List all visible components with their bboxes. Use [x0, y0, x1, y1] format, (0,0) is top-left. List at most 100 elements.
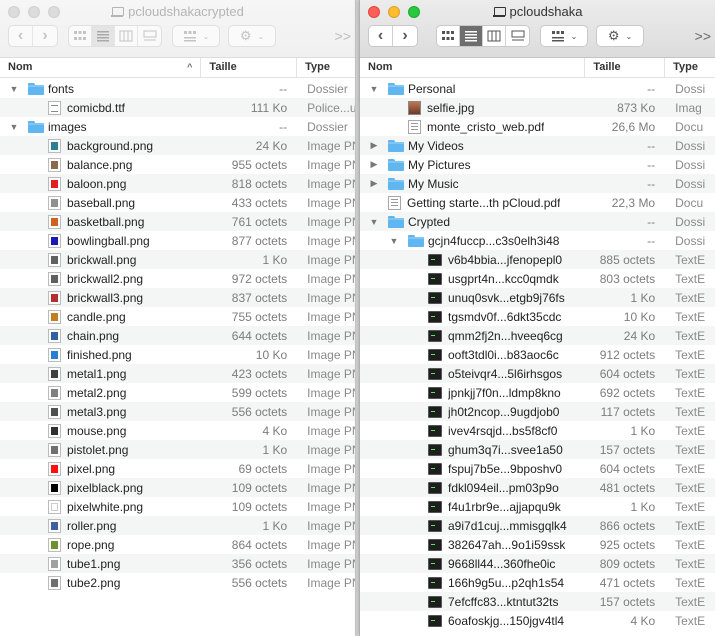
column-header-size[interactable]: Taille	[201, 58, 298, 78]
file-row[interactable]: roller.png 1 Ko Image PN	[0, 516, 355, 535]
list-view-button[interactable]	[92, 26, 115, 46]
file-row[interactable]: balance.png 955 octets Image PN	[0, 155, 355, 174]
action-button[interactable]: ⚙ ⌄	[597, 26, 643, 46]
size-cell: --	[279, 119, 288, 134]
file-row[interactable]: 166h9g5u...p2qh1s54 471 octets TextE	[360, 573, 715, 592]
folder-row[interactable]: ▶ My Pictures -- Dossi	[360, 155, 715, 174]
file-row[interactable]: metal2.png 599 octets Image PN	[0, 383, 355, 402]
file-row[interactable]: jh0t2ncop...9ugdjob0 117 octets TextE	[360, 402, 715, 421]
file-row[interactable]: ivev4rsqjd...bs5f8cf0 1 Ko TextE	[360, 421, 715, 440]
file-row[interactable]: metal3.png 556 octets Image PN	[0, 402, 355, 421]
folder-row[interactable]: ▼ gcjn4fuccp...c3s0elh3i48 -- Dossi	[360, 231, 715, 250]
file-row[interactable]: pixel.png 69 octets Image PN	[0, 459, 355, 478]
file-row[interactable]: f4u1rbr9e...ajjapqu9k 1 Ko TextE	[360, 497, 715, 516]
type-cell: Image PN	[307, 290, 355, 305]
file-row[interactable]: ooft3tdl0i...b83aoc6c 912 octets TextE	[360, 345, 715, 364]
disclosure-closed-icon[interactable]: ▶	[368, 159, 380, 170]
file-row[interactable]: ghum3q7i...svee1a50 157 octets TextE	[360, 440, 715, 459]
disclosure-open-icon[interactable]: ▼	[8, 84, 20, 94]
file-row[interactable]: 6oafoskjg...150jgv4tl4 4 Ko TextE	[360, 611, 715, 630]
disclosure-closed-icon[interactable]: ▶	[368, 140, 380, 151]
file-row[interactable]: baloon.png 818 octets Image PN	[0, 174, 355, 193]
file-row[interactable]: metal1.png 423 octets Image PN	[0, 364, 355, 383]
icon-view-button[interactable]	[437, 26, 460, 46]
gallery-view-button[interactable]	[138, 26, 161, 46]
disclosure-open-icon[interactable]: ▼	[388, 236, 400, 246]
group-by-button[interactable]: ⌄	[541, 26, 587, 46]
forward-button[interactable]: ›	[393, 26, 417, 46]
file-row[interactable]: candle.png 755 octets Image PN	[0, 307, 355, 326]
file-row[interactable]: 9668ll44...360fhe0ic 809 octets TextE	[360, 554, 715, 573]
column-header-type[interactable]: Type	[665, 58, 715, 78]
icon-view-button[interactable]	[69, 26, 92, 46]
file-row[interactable]: pixelblack.png 109 octets Image PN	[0, 478, 355, 497]
file-name: jpnkjj7f0n...ldmp8kno	[448, 385, 561, 400]
file-row[interactable]: fdkl094eil...pm03p9o 481 octets TextE	[360, 478, 715, 497]
file-row[interactable]: selfie.jpg 873 Ko Imag	[360, 98, 715, 117]
file-row[interactable]: o5teivqr4...5l6irhsgos 604 octets TextE	[360, 364, 715, 383]
file-row[interactable]: pistolet.png 1 Ko Image PN	[0, 440, 355, 459]
file-row[interactable]: qmm2fj2n...hveeq6cg 24 Ko TextE	[360, 326, 715, 345]
name-cell: fspuj7b5e...9bposhv0	[360, 462, 585, 476]
file-row[interactable]: jpnkjj7f0n...ldmp8kno 692 octets TextE	[360, 383, 715, 402]
file-row[interactable]: rope.png 864 octets Image PN	[0, 535, 355, 554]
file-row[interactable]: baseball.png 433 octets Image PN	[0, 193, 355, 212]
file-row[interactable]: brickwall2.png 972 octets Image PN	[0, 269, 355, 288]
file-row[interactable]: background.png 24 Ko Image PN	[0, 136, 355, 155]
back-button[interactable]: ‹	[369, 26, 393, 46]
file-row[interactable]: bowlingball.png 877 octets Image PN	[0, 231, 355, 250]
terminal-file-icon	[428, 576, 442, 589]
file-row[interactable]: v6b4bbia...jfenopepl0 885 octets TextE	[360, 250, 715, 269]
column-view-button[interactable]	[483, 26, 506, 46]
disclosure-open-icon[interactable]: ▼	[8, 122, 20, 132]
folder-row[interactable]: ▶ My Videos -- Dossi	[360, 136, 715, 155]
window-title-text: pcloudshakacrypted	[128, 4, 244, 19]
file-row[interactable]: brickwall3.png 837 octets Image PN	[0, 288, 355, 307]
back-button[interactable]: ‹	[9, 26, 33, 46]
column-header-name[interactable]: Nom	[360, 58, 586, 78]
file-row[interactable]: basketball.png 761 octets Image PN	[0, 212, 355, 231]
file-row[interactable]: usgprt4n...kcc0qmdk 803 octets TextE	[360, 269, 715, 288]
file-name: fonts	[48, 81, 75, 96]
folder-row[interactable]: ▼ Crypted -- Dossi	[360, 212, 715, 231]
folder-row[interactable]: ▼ images -- Dossier	[0, 117, 355, 136]
file-row[interactable]: tube1.png 356 octets Image PN	[0, 554, 355, 573]
name-cell: candle.png	[0, 309, 201, 324]
toolbar-overflow-button[interactable]: >>	[335, 28, 351, 44]
gallery-view-icon	[511, 30, 524, 41]
file-row[interactable]: Getting starte...th pCloud.pdf 22,3 Mo Doc…	[360, 193, 715, 212]
folder-row[interactable]: ▼ fonts -- Dossier	[0, 79, 355, 98]
disclosure-closed-icon[interactable]: ▶	[368, 178, 380, 189]
file-row[interactable]: pixelwhite.png 109 octets Image PN	[0, 497, 355, 516]
name-cell: 382647ah...9o1i59ssk	[360, 538, 585, 552]
file-row[interactable]: chain.png 644 octets Image PN	[0, 326, 355, 345]
file-row[interactable]: 7efcffc83...ktntut32ts 157 octets TextE	[360, 592, 715, 611]
toolbar-overflow-button[interactable]: >>	[695, 28, 711, 44]
png-file-icon	[48, 480, 61, 495]
file-row[interactable]: monte_cristo_web.pdf 26,6 Mo Docu	[360, 117, 715, 136]
disclosure-open-icon[interactable]: ▼	[368, 84, 380, 94]
file-row[interactable]: brickwall.png 1 Ko Image PN	[0, 250, 355, 269]
list-view-button[interactable]	[460, 26, 483, 46]
file-row[interactable]: a9i7d1cuj...mmisgqlk4 866 octets TextE	[360, 516, 715, 535]
window-titlebar: pcloudshakacrypted ‹ › ⌄ ⚙ ⌄ >>	[0, 0, 355, 58]
file-row[interactable]: mouse.png 4 Ko Image PN	[0, 421, 355, 440]
file-row[interactable]: fspuj7b5e...9bposhv0 604 octets TextE	[360, 459, 715, 478]
file-row[interactable]: 382647ah...9o1i59ssk 925 octets TextE	[360, 535, 715, 554]
disclosure-open-icon[interactable]: ▼	[368, 217, 380, 227]
file-row[interactable]: tube2.png 556 octets Image PN	[0, 573, 355, 592]
forward-button[interactable]: ›	[33, 26, 57, 46]
file-row[interactable]: comicbd.ttf 111 Ko Police...u	[0, 98, 355, 117]
action-button[interactable]: ⚙ ⌄	[229, 26, 275, 46]
folder-row[interactable]: ▼ Personal -- Dossi	[360, 79, 715, 98]
file-row[interactable]: finished.png 10 Ko Image PN	[0, 345, 355, 364]
file-row[interactable]: tgsmdv0f...6dkt35cdc 10 Ko TextE	[360, 307, 715, 326]
column-header-size[interactable]: Taille	[585, 58, 666, 78]
column-header-name[interactable]: Nom ^	[0, 58, 202, 78]
folder-row[interactable]: ▶ My Music -- Dossi	[360, 174, 715, 193]
column-view-button[interactable]	[115, 26, 138, 46]
file-row[interactable]: unuq0svk...etgb9j76fs 1 Ko TextE	[360, 288, 715, 307]
column-header-type[interactable]: Type	[297, 58, 355, 78]
gallery-view-button[interactable]	[506, 26, 529, 46]
group-by-button[interactable]: ⌄	[173, 26, 219, 46]
